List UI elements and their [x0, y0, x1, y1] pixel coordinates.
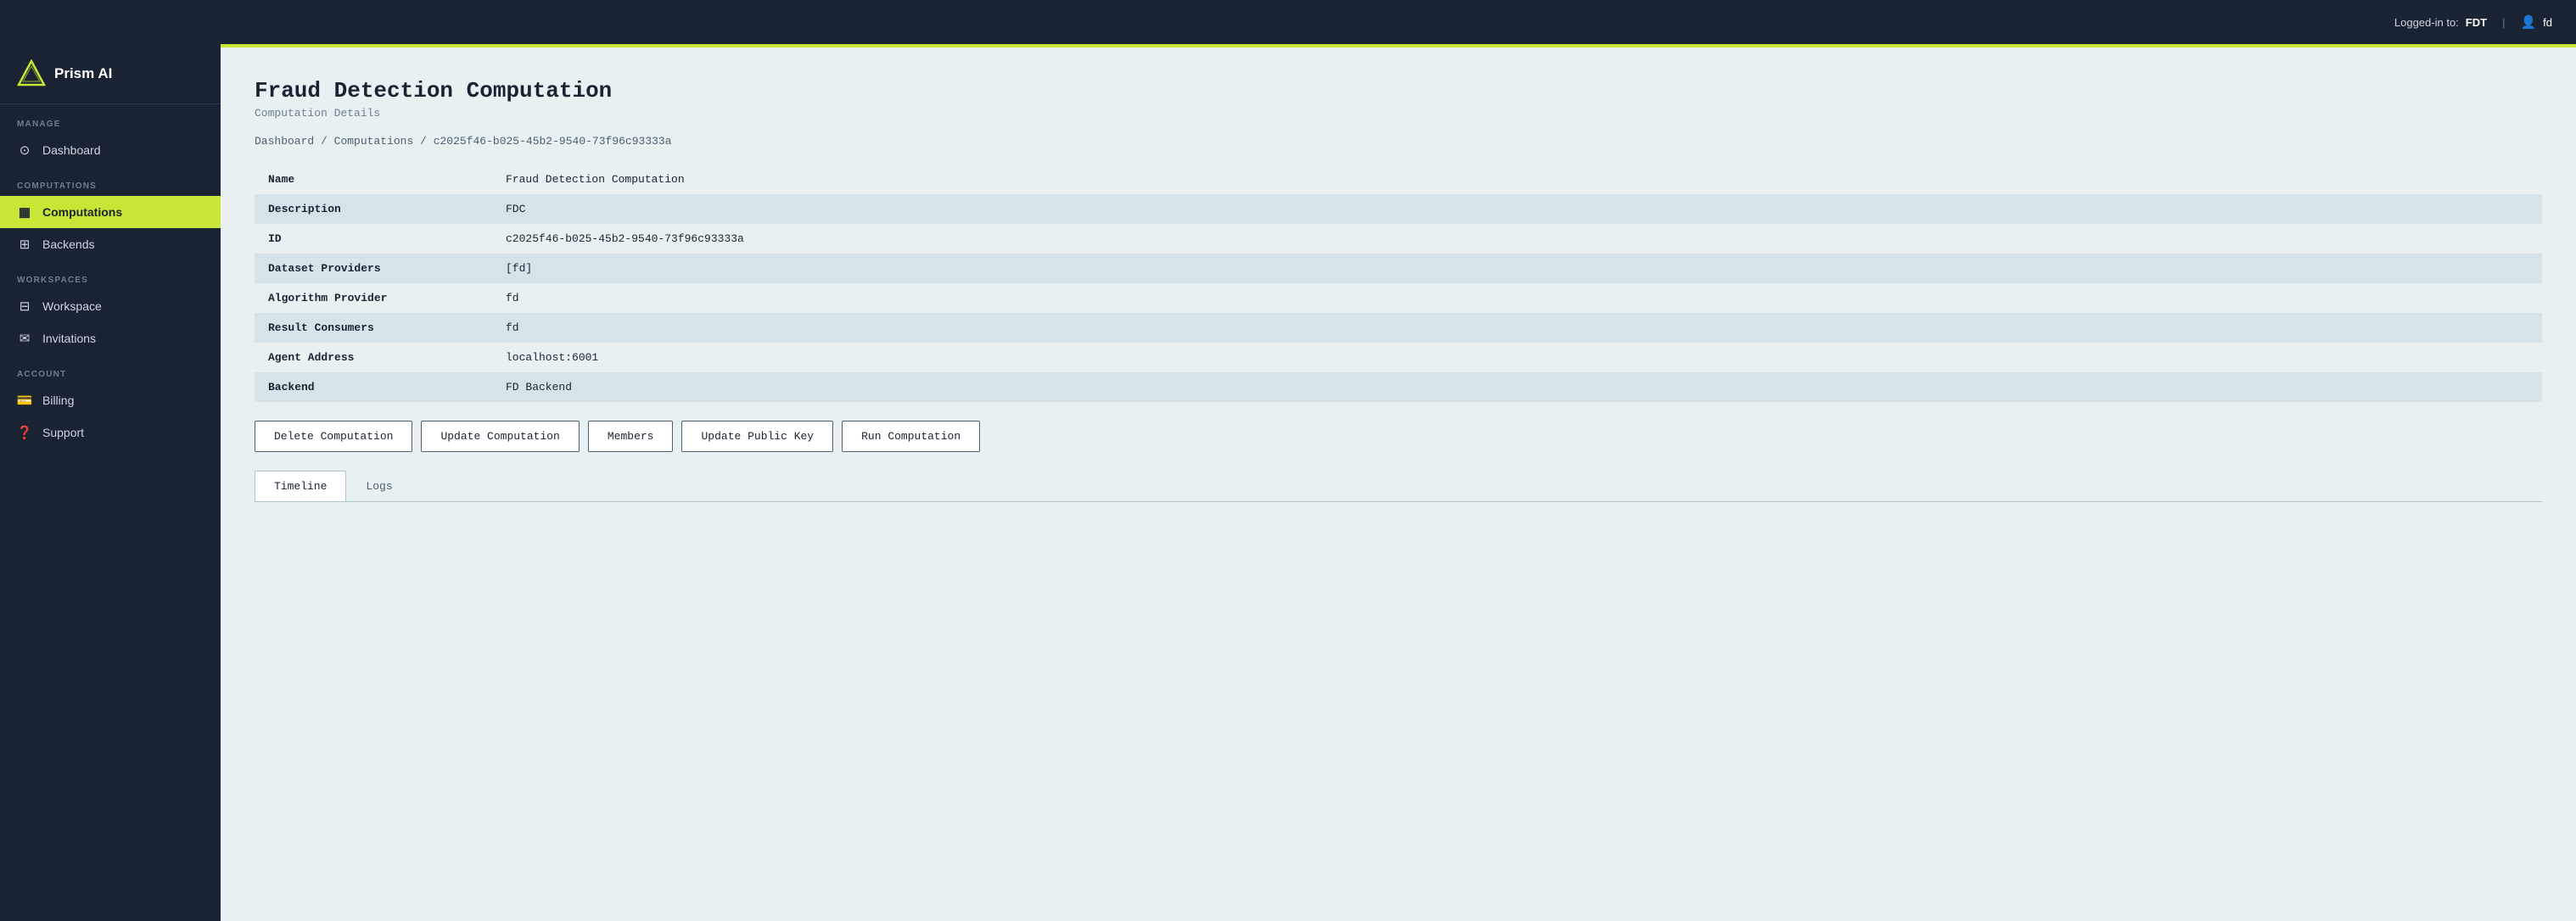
detail-label: Name [255, 165, 492, 194]
sidebar-item-billing[interactable]: 💳 Billing [0, 384, 221, 416]
sidebar-item-workspace[interactable]: ⊟ Workspace [0, 290, 221, 322]
user-icon: 👤 [2520, 14, 2536, 30]
update-computation-button[interactable]: Update Computation [421, 421, 579, 452]
sidebar-item-label: Backends [42, 237, 94, 251]
breadcrumb-id: c2025f46-b025-45b2-9540-73f96c93333a [434, 135, 672, 148]
workspace-icon: ⊟ [17, 299, 32, 314]
sidebar-item-backends[interactable]: ⊞ Backends [0, 228, 221, 260]
page-title: Fraud Detection Computation [255, 78, 2542, 103]
detail-value: FD Backend [492, 372, 2542, 402]
detail-label: Result Consumers [255, 313, 492, 343]
detail-value: localhost:6001 [492, 343, 2542, 372]
table-row: DescriptionFDC [255, 194, 2542, 224]
detail-value: c2025f46-b025-45b2-9540-73f96c93333a [492, 224, 2542, 254]
detail-value: Fraud Detection Computation [492, 165, 2542, 194]
table-row: Algorithm Providerfd [255, 283, 2542, 313]
sidebar-logo: Prism AI [0, 44, 221, 104]
sidebar-item-computations[interactable]: ▦ Computations [0, 196, 221, 228]
detail-value: [fd] [492, 254, 2542, 283]
org-name: FDT [2466, 16, 2487, 29]
billing-icon: 💳 [17, 393, 32, 408]
detail-label: Dataset Providers [255, 254, 492, 283]
page-subtitle: Computation Details [255, 107, 2542, 120]
sidebar-item-label: Support [42, 426, 84, 439]
section-label-account: ACCOUNT [0, 354, 221, 384]
sidebar-item-dashboard[interactable]: ⊙ Dashboard [0, 134, 221, 166]
breadcrumb-computations[interactable]: Computations [334, 135, 414, 148]
detail-value: FDC [492, 194, 2542, 224]
table-row: Dataset Providers[fd] [255, 254, 2542, 283]
detail-value: fd [492, 283, 2542, 313]
detail-label: ID [255, 224, 492, 254]
details-table: NameFraud Detection ComputationDescripti… [255, 165, 2542, 402]
logo-text: Prism AI [54, 65, 112, 82]
sidebar-item-label: Workspace [42, 299, 102, 313]
sidebar-item-invitations[interactable]: ✉ Invitations [0, 322, 221, 354]
sidebar: Prism AI MANAGE ⊙ Dashboard COMPUTATIONS… [0, 44, 221, 921]
delete-computation-button[interactable]: Delete Computation [255, 421, 412, 452]
main-content: Fraud Detection Computation Computation … [221, 47, 2576, 877]
sidebar-item-label: Invitations [42, 332, 96, 345]
tab-timeline[interactable]: Timeline [255, 471, 346, 501]
members-button[interactable]: Members [588, 421, 674, 452]
detail-label: Backend [255, 372, 492, 402]
computations-icon: ▦ [17, 204, 32, 220]
table-row: BackendFD Backend [255, 372, 2542, 402]
breadcrumb-dashboard[interactable]: Dashboard [255, 135, 314, 148]
dashboard-icon: ⊙ [17, 142, 32, 158]
table-row: Agent Addresslocalhost:6001 [255, 343, 2542, 372]
detail-label: Algorithm Provider [255, 283, 492, 313]
sidebar-section-manage: MANAGE ⊙ Dashboard [0, 104, 221, 166]
breadcrumb: Dashboard / Computations / c2025f46-b025… [255, 135, 2542, 148]
table-row: Result Consumersfd [255, 313, 2542, 343]
action-buttons: Delete Computation Update Computation Me… [255, 421, 2542, 452]
table-row: NameFraud Detection Computation [255, 165, 2542, 194]
breadcrumb-sep1: / [321, 135, 334, 148]
detail-label: Description [255, 194, 492, 224]
invitations-icon: ✉ [17, 331, 32, 346]
sidebar-item-label: Billing [42, 394, 74, 407]
run-computation-button[interactable]: Run Computation [842, 421, 980, 452]
backends-icon: ⊞ [17, 237, 32, 252]
topbar-user-info: Logged-in to: FDT | 👤 fd [2394, 14, 2552, 30]
update-public-key-button[interactable]: Update Public Key [681, 421, 833, 452]
sidebar-item-support[interactable]: ❓ Support [0, 416, 221, 449]
section-label-computations: COMPUTATIONS [0, 166, 221, 196]
topbar: Logged-in to: FDT | 👤 fd [0, 0, 2576, 44]
logged-in-label: Logged-in to: [2394, 16, 2459, 29]
support-icon: ❓ [17, 425, 32, 440]
prism-logo-icon [17, 59, 46, 88]
sidebar-section-computations: COMPUTATIONS ▦ Computations ⊞ Backends [0, 166, 221, 260]
detail-value: fd [492, 313, 2542, 343]
top-accent-bar [221, 44, 2576, 47]
breadcrumb-sep2: / [420, 135, 434, 148]
sidebar-section-workspaces: WORKSPACES ⊟ Workspace ✉ Invitations [0, 260, 221, 354]
table-row: IDc2025f46-b025-45b2-9540-73f96c93333a [255, 224, 2542, 254]
tab-logs[interactable]: Logs [346, 471, 412, 501]
sidebar-section-account: ACCOUNT 💳 Billing ❓ Support [0, 354, 221, 449]
detail-label: Agent Address [255, 343, 492, 372]
sidebar-item-label: Dashboard [42, 143, 101, 157]
username: fd [2543, 16, 2552, 29]
section-label-manage: MANAGE [0, 104, 221, 134]
section-label-workspaces: WORKSPACES [0, 260, 221, 290]
topbar-divider: | [2502, 16, 2505, 29]
sidebar-item-label: Computations [42, 205, 122, 219]
tabs-row: Timeline Logs [255, 471, 2542, 502]
